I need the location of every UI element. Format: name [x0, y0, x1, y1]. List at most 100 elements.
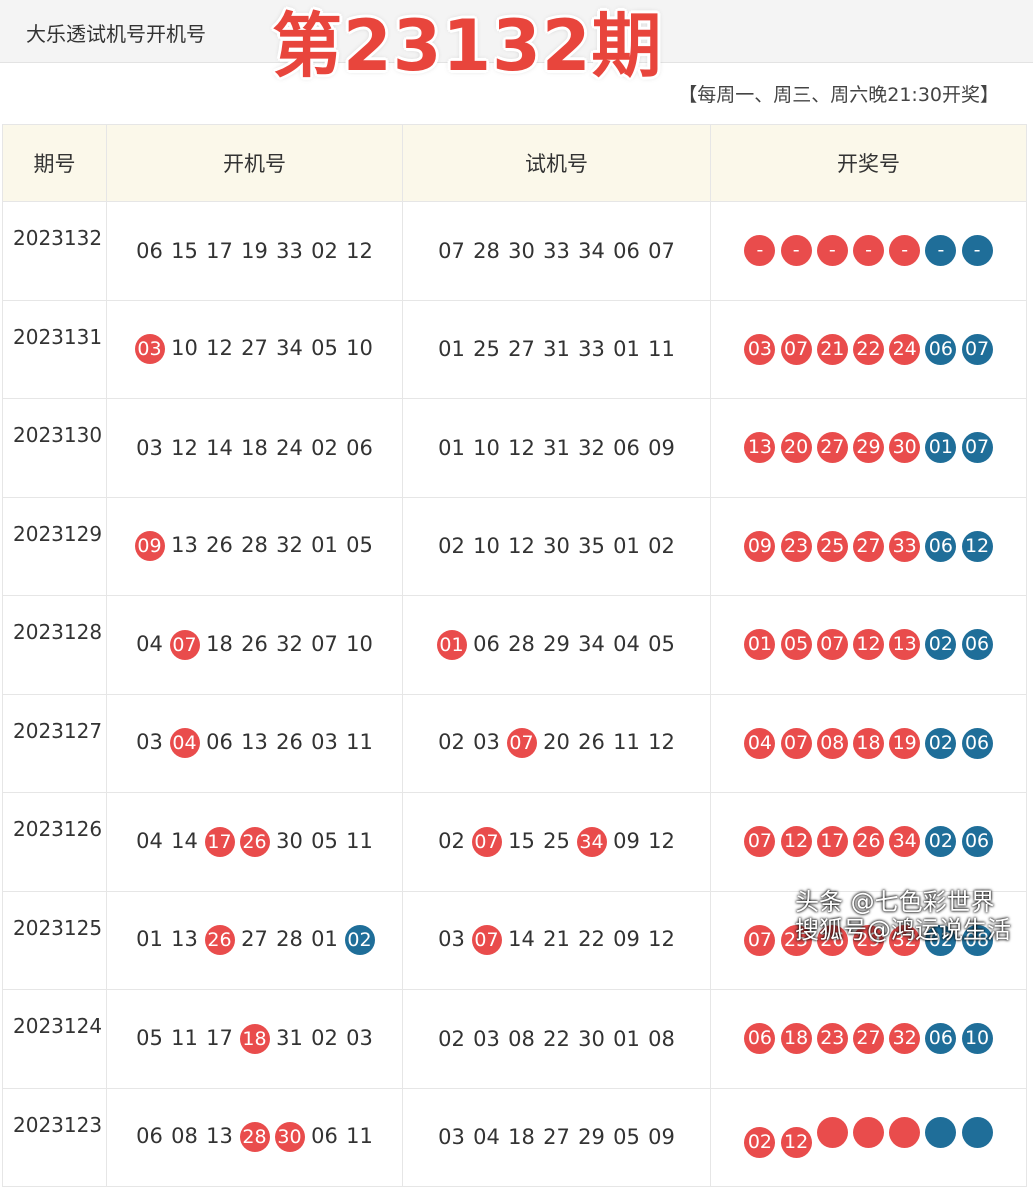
number: 11 — [346, 828, 373, 853]
red-ball: 01 — [744, 629, 776, 661]
number: 08 — [171, 1124, 198, 1149]
number: 27 — [508, 337, 535, 362]
red-ball: 12 — [780, 1126, 812, 1158]
number: 01 — [438, 337, 465, 362]
blue-ball — [961, 1116, 993, 1148]
number: 25 — [543, 828, 570, 853]
red-ball: 18 — [853, 727, 884, 759]
red-ball: 06 — [744, 1023, 776, 1055]
draw-numbers-cell: 01 05 07 12 13 02 06 — [710, 595, 1027, 695]
number: 31 — [276, 1025, 303, 1050]
number: 32 — [276, 631, 303, 656]
table-row: 2023127 03 04 06 13 26 03 11 02 03 07 20 26 11 12 04 07 0… — [2, 693, 1027, 793]
number: 03 — [438, 1125, 465, 1150]
number: 34 — [578, 238, 605, 263]
number: 02 — [648, 534, 675, 559]
number: 12 — [508, 435, 535, 460]
number: 01 — [311, 533, 338, 558]
number: 26 — [276, 730, 303, 755]
number: 29 — [543, 631, 570, 656]
number: 27 — [543, 1125, 570, 1150]
red-ball: - — [853, 235, 884, 267]
number: 17 — [206, 1025, 233, 1050]
open-numbers-cell: 03 10 12 27 34 05 10 — [106, 299, 403, 399]
red-ball: 04 — [744, 727, 776, 759]
test-numbers-cell: 01 06 28 29 34 04 05 — [402, 595, 711, 695]
red-ball: 19 — [889, 727, 921, 759]
red-ball: 23 — [816, 1023, 848, 1055]
red-ball: 22 — [853, 333, 884, 365]
blue-ball: 02 — [925, 629, 957, 661]
issue-number: 2023124 — [2, 989, 107, 1089]
red-ball: 07 — [816, 629, 848, 661]
number: 09 — [648, 1125, 675, 1150]
open-numbers-cell: 06 08 13 28 30 06 11 — [106, 1087, 403, 1187]
number: 11 — [346, 730, 373, 755]
number: 01 — [613, 337, 640, 362]
number: 06 — [473, 631, 500, 656]
red-ball: 17 — [816, 826, 848, 858]
number: 10 — [346, 631, 373, 656]
number: 27 — [241, 927, 268, 952]
red-ball — [853, 1116, 884, 1148]
number: 06 — [311, 1124, 338, 1149]
number: 28 — [473, 238, 500, 263]
number: 09 — [613, 927, 640, 952]
issue-number: 2023127 — [2, 693, 107, 793]
number: 01 — [136, 927, 163, 952]
blue-ball: 02 — [925, 727, 957, 759]
number: 09 — [613, 828, 640, 853]
number: 20 — [543, 730, 570, 755]
number: 06 — [206, 730, 233, 755]
number: 06 — [346, 435, 373, 460]
red-ball: 33 — [889, 530, 921, 562]
number: 13 — [206, 1124, 233, 1149]
number: 12 — [648, 927, 675, 952]
number: 06 — [136, 1124, 163, 1149]
number: 28 — [508, 631, 535, 656]
issue-title: 第23132期 — [272, 5, 663, 87]
table-row: 2023128 04 07 18 26 32 07 10 01 06 28 29 34 04 05 01 05 0… — [2, 595, 1027, 695]
number: 08 — [508, 1026, 535, 1051]
blue-ball: 07 — [961, 432, 993, 464]
blue-ball: 06 — [961, 727, 993, 759]
number: 32 — [276, 533, 303, 558]
draw-numbers-cell: 13 20 27 29 30 01 07 — [710, 398, 1027, 498]
number: 33 — [578, 337, 605, 362]
number: 01 — [613, 534, 640, 559]
blue-ball: 06 — [961, 629, 993, 661]
number: 04 — [613, 631, 640, 656]
number: 26 — [206, 533, 233, 558]
red-ball: 07 — [780, 727, 812, 759]
red-ball: 12 — [780, 826, 812, 858]
number: 05 — [311, 828, 338, 853]
hit-number: 17 — [204, 826, 235, 857]
number: 02 — [438, 534, 465, 559]
number: 03 — [136, 730, 163, 755]
number: 05 — [346, 533, 373, 558]
hit-number: 30 — [274, 1122, 305, 1153]
blue-ball: 07 — [961, 333, 993, 365]
number: 11 — [346, 1124, 373, 1149]
number: 30 — [578, 1026, 605, 1051]
number: 15 — [171, 238, 198, 263]
number: 33 — [543, 238, 570, 263]
number: 10 — [346, 336, 373, 361]
red-ball — [816, 1116, 848, 1148]
issue-number: 2023125 — [2, 890, 107, 990]
number: 10 — [473, 534, 500, 559]
hit-number: 07 — [169, 629, 200, 660]
number: 03 — [346, 1025, 373, 1050]
number: 07 — [648, 238, 675, 263]
number: 11 — [613, 730, 640, 755]
number: 06 — [613, 435, 640, 460]
red-ball: 21 — [816, 333, 848, 365]
red-ball: 13 — [744, 432, 776, 464]
red-ball: 26 — [853, 826, 884, 858]
table-row: 2023130 03 12 14 18 24 02 06 01 10 12 31 32 06 09 13 20 2… — [2, 398, 1027, 498]
number: 08 — [648, 1026, 675, 1051]
number: 03 — [473, 730, 500, 755]
hit-number: 09 — [134, 531, 165, 562]
number: 28 — [241, 533, 268, 558]
issue-number: 2023129 — [2, 496, 107, 596]
